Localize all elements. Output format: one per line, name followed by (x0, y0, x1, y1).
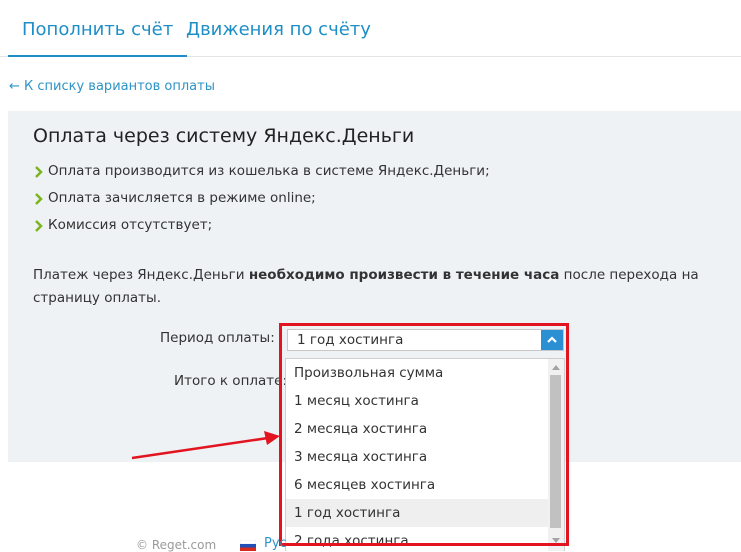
annotation-arrow-icon (131, 431, 280, 460)
language-link[interactable]: Рус (264, 536, 287, 551)
footer-copyright: © Reget.com (136, 538, 217, 552)
russia-flag-icon (240, 540, 256, 551)
